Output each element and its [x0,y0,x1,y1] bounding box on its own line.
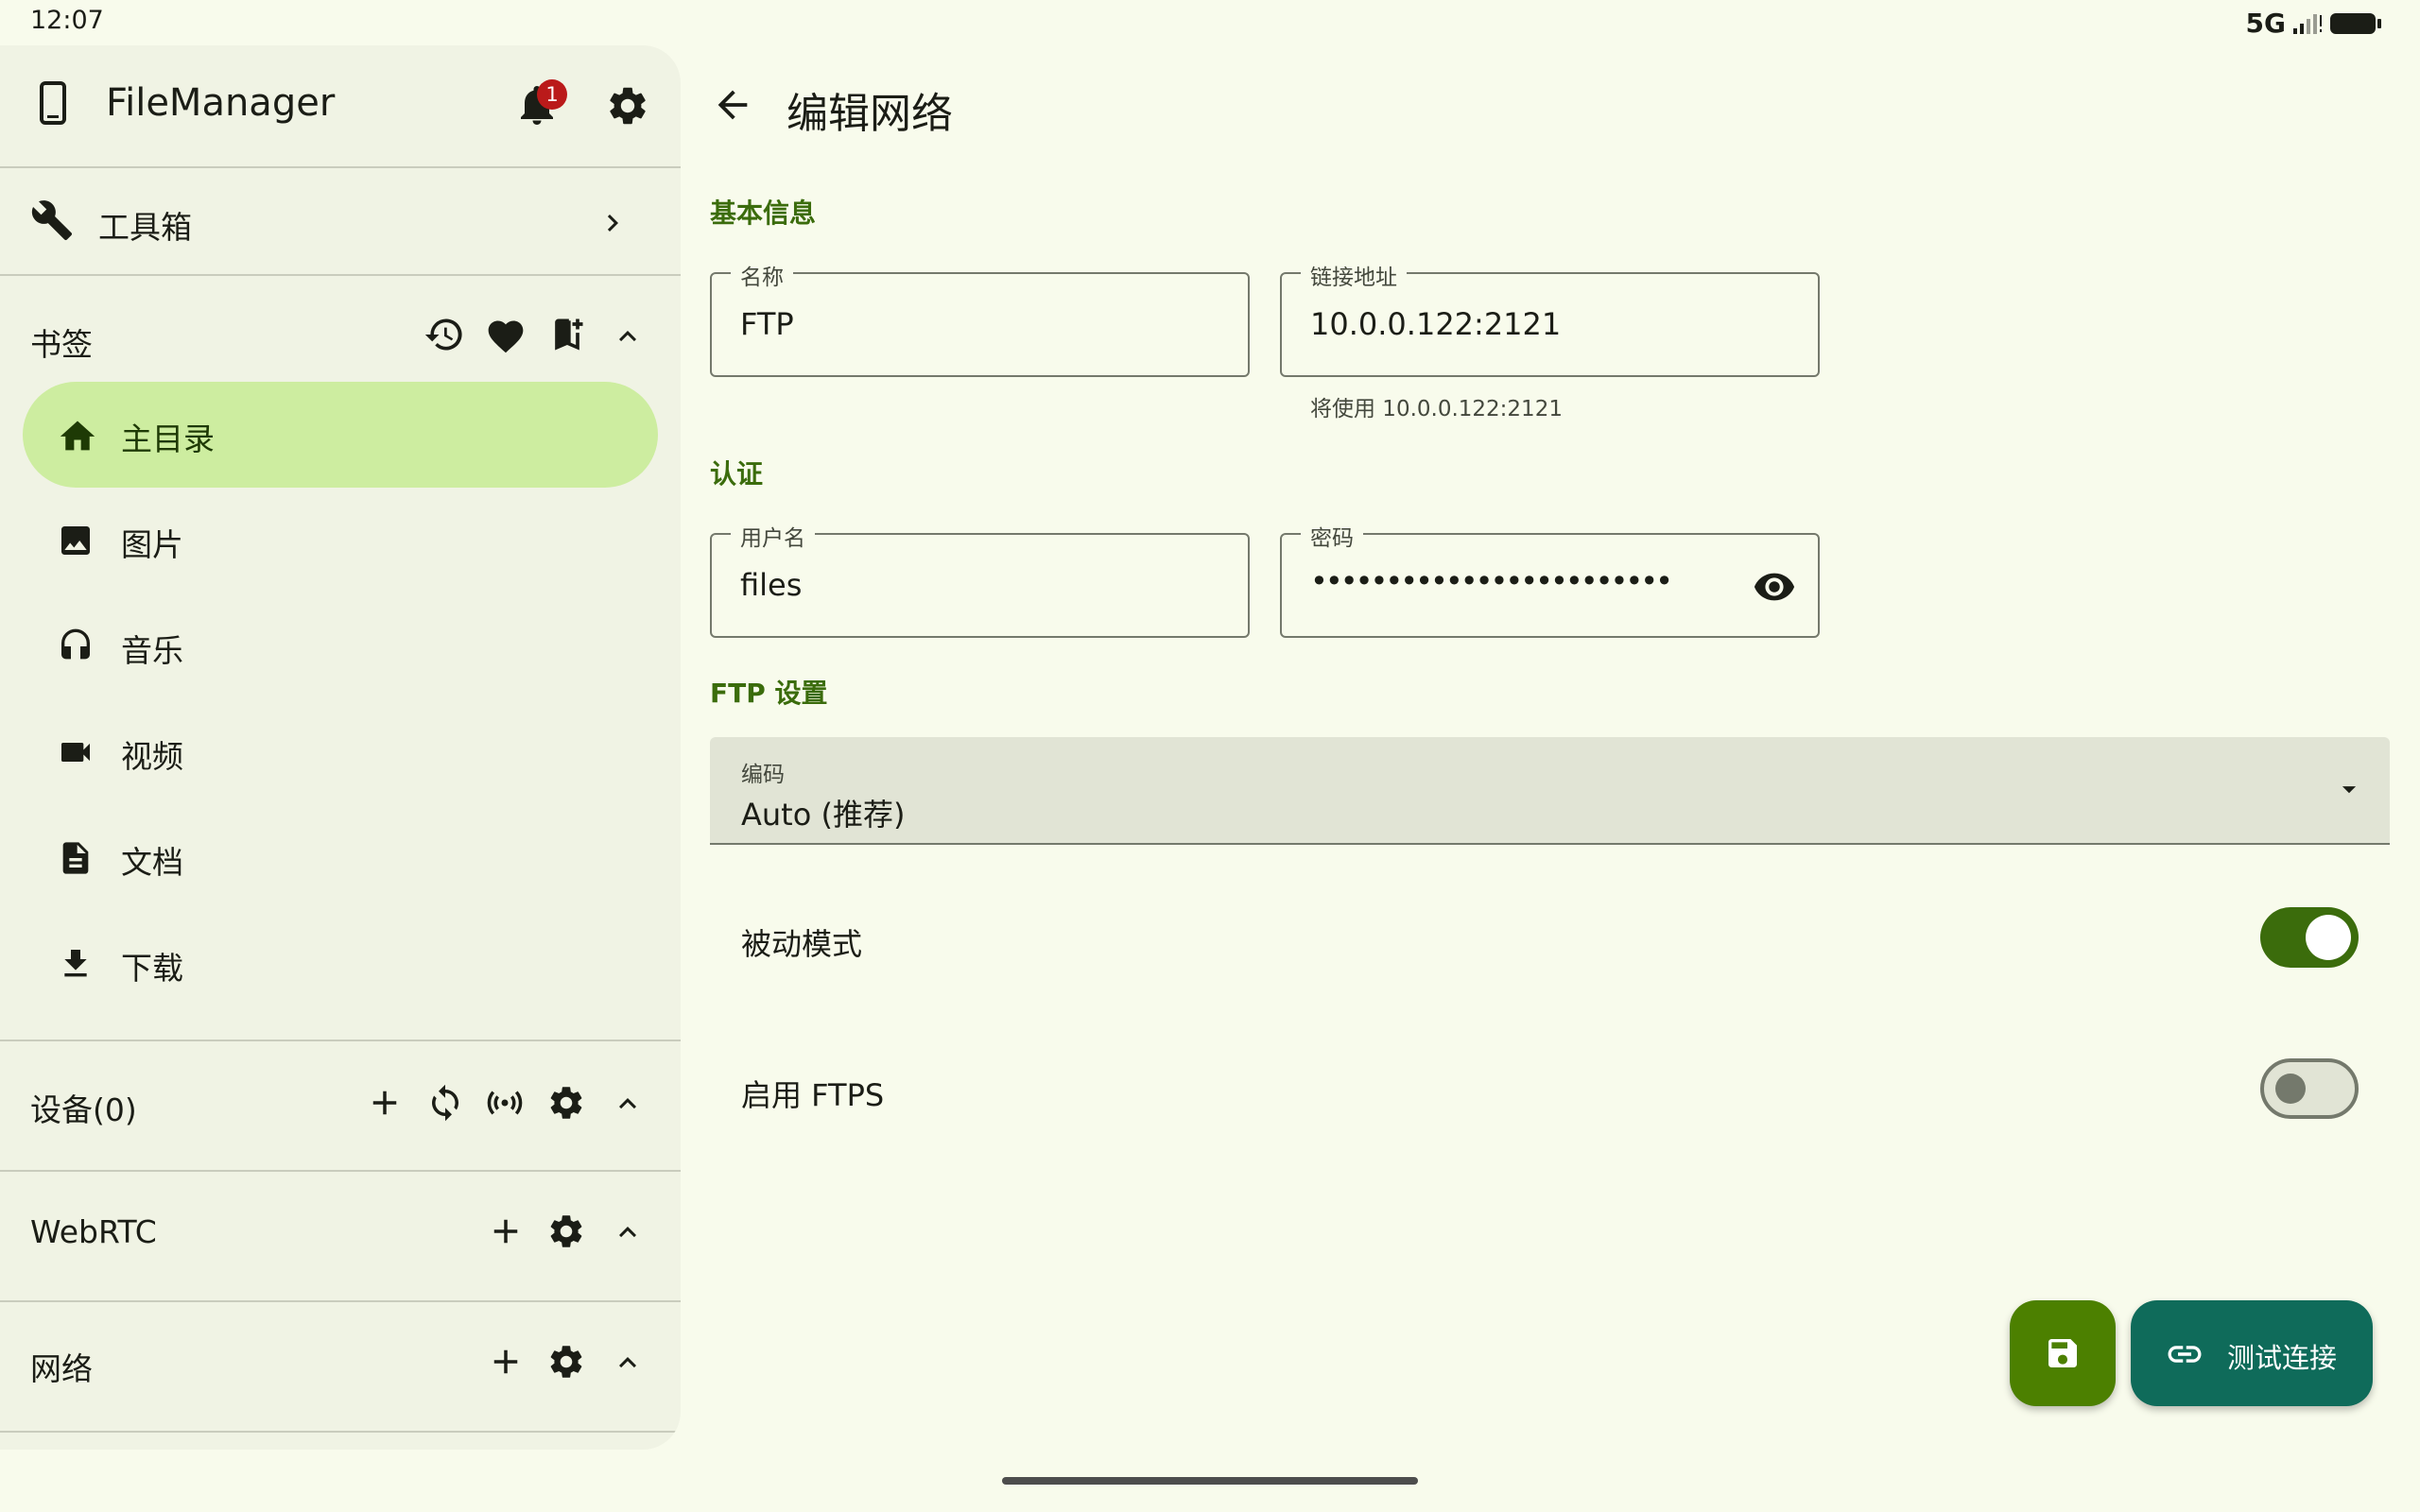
navigation-drawer: FileManager 1 工具箱 书签 主目录 图片 音乐 视频 文档 下载 … [0,45,681,1450]
signal-icon [2291,11,2324,36]
image-icon [57,522,95,559]
add-device-plus-icon[interactable] [365,1083,405,1123]
password-field-value[interactable]: •••••••••••••••••••••••• [1310,563,1673,599]
password-field[interactable]: 密码 •••••••••••••••••••••••• [1280,520,1820,638]
section-title-ftp: FTP 设置 [710,678,828,709]
chevron-right-icon [596,206,630,240]
sync-icon[interactable] [425,1083,465,1123]
name-field-label: 名称 [731,259,793,291]
network-title: 网络 [30,1350,93,1387]
address-field-label: 链接地址 [1301,259,1407,291]
document-icon [57,839,95,877]
divider [0,1040,681,1041]
page-title: 编辑网络 [786,90,953,138]
username-field[interactable]: 用户名 files [710,520,1250,638]
ftps-switch[interactable] [2260,1058,2359,1119]
address-field[interactable]: 链接地址 10.0.0.122:2121 [1280,259,1820,377]
phone-icon [34,81,72,125]
address-helper-text: 将使用 10.0.0.122:2121 [1310,397,1563,421]
chevron-up-icon[interactable] [611,1215,645,1249]
webrtc-title: WebRTC [30,1213,157,1250]
name-field[interactable]: 名称 FTP [710,259,1250,377]
name-field-value[interactable]: FTP [740,306,794,342]
home-icon [57,416,98,454]
settings-gear-icon[interactable] [605,83,650,129]
divider [0,1300,681,1302]
bookmark-item-documents[interactable]: 文档 [23,805,658,911]
network-type: 5G [2245,8,2286,39]
notification-badge: 1 [537,79,567,110]
status-bar: 12:07 5G [0,0,2420,43]
divider [0,274,681,276]
bookmark-add-icon[interactable] [546,314,588,355]
wrench-icon [30,198,74,242]
address-field-value[interactable]: 10.0.0.122:2121 [1310,306,1561,342]
passive-mode-switch[interactable] [2260,907,2359,968]
status-time: 12:07 [30,6,104,35]
status-indicators: 5G [2246,8,2382,39]
link-icon [2165,1334,2204,1374]
save-button[interactable] [2010,1300,2116,1406]
bookmark-item-downloads[interactable]: 下载 [23,911,658,1017]
ftps-label: 启用 FTPS [741,1077,885,1113]
encoding-value: Auto (推荐) [741,797,906,833]
switch-knob [2306,915,2351,960]
devices-title: 设备(0) [30,1091,137,1128]
bookmarks-title: 书签 [30,326,93,363]
bookmark-item-videos[interactable]: 视频 [23,699,658,805]
history-icon[interactable] [424,314,465,355]
toolbox-label: 工具箱 [98,209,192,246]
network-settings-gear-icon[interactable] [546,1342,586,1382]
videocam-icon [57,733,95,771]
encoding-label: 编码 [741,763,785,787]
download-icon [57,945,95,983]
battery-icon [2329,10,2382,37]
test-connection-label: 测试连接 [2227,1342,2338,1374]
toolbox-row[interactable]: 工具箱 [0,168,681,274]
chevron-up-icon[interactable] [611,319,645,353]
back-arrow-icon[interactable] [711,83,754,127]
app-title: FileManager [106,81,336,125]
devices-settings-gear-icon[interactable] [546,1083,586,1123]
encoding-dropdown[interactable]: 编码 Auto (推荐) [710,737,2390,845]
switch-knob [2275,1074,2306,1104]
bookmark-item-label: 文档 [121,844,183,881]
bookmark-item-images[interactable]: 图片 [23,488,658,593]
bookmark-item-label: 视频 [121,738,183,775]
bookmark-item-label: 图片 [121,526,183,563]
section-title-auth: 认证 [710,458,764,490]
add-network-plus-icon[interactable] [486,1342,526,1382]
bookmark-item-music[interactable]: 音乐 [23,593,658,699]
home-indicator[interactable] [1002,1477,1418,1485]
bookmark-item-label: 主目录 [121,421,215,457]
username-field-label: 用户名 [731,520,815,552]
heart-icon[interactable] [485,316,527,357]
save-icon [2044,1334,2082,1372]
username-field-value[interactable]: files [740,567,802,603]
chevron-up-icon[interactable] [611,1346,645,1380]
password-field-label: 密码 [1301,520,1363,552]
dropdown-arrow-icon [2333,773,2365,805]
divider [0,1170,681,1172]
add-webrtc-plus-icon[interactable] [486,1211,526,1251]
broadcast-icon[interactable] [484,1083,526,1123]
eye-icon[interactable] [1753,565,1796,609]
passive-mode-label: 被动模式 [741,926,863,962]
section-title-basic: 基本信息 [710,198,817,229]
test-connection-button[interactable]: 测试连接 [2131,1300,2373,1406]
bookmark-item-label: 音乐 [121,632,183,669]
chevron-up-icon[interactable] [611,1087,645,1121]
headphones-icon [57,627,95,665]
divider [0,1431,681,1433]
bookmark-item-label: 下载 [121,950,183,987]
bookmark-item-home[interactable]: 主目录 [23,382,658,488]
webrtc-settings-gear-icon[interactable] [546,1211,586,1251]
